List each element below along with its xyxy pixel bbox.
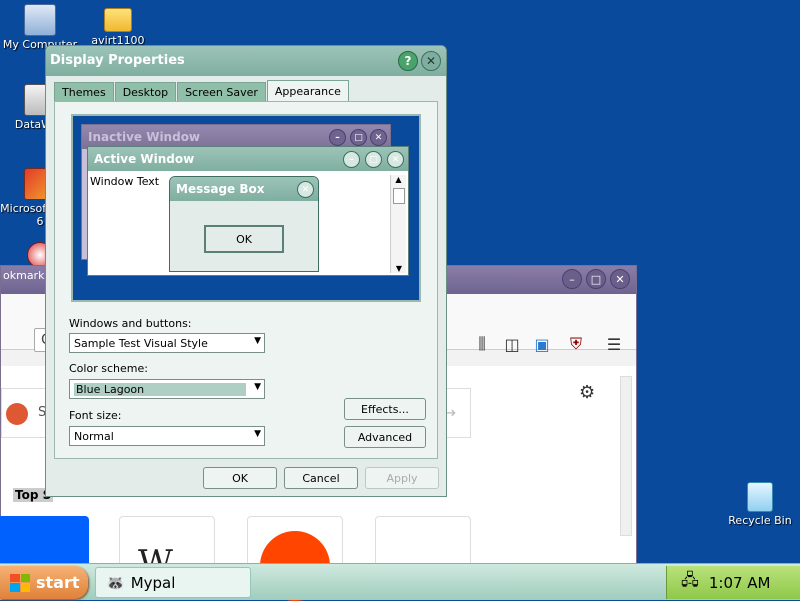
window-text: Window Text xyxy=(90,175,160,188)
tab-appearance[interactable]: Appearance xyxy=(266,80,349,102)
active-window-title: Active Window xyxy=(94,152,195,166)
close-icon[interactable]: ✕ xyxy=(421,51,441,71)
tab-themes[interactable]: Themes xyxy=(54,82,114,102)
inactive-window-title: Inactive Window xyxy=(88,130,201,144)
advanced-button[interactable]: Advanced xyxy=(344,426,426,448)
close-icon[interactable]: ✕ xyxy=(610,269,630,289)
system-tray: 🖧 1:07 AM xyxy=(666,566,800,599)
dialog-tabs: Themes Desktop Screen Saver Appearance xyxy=(54,80,350,102)
message-box-title: Message Box xyxy=(176,182,265,196)
scrollbar[interactable] xyxy=(620,376,632,536)
taskbar-item-label: Mypal xyxy=(130,573,176,592)
ublock-icon[interactable]: ⛨ xyxy=(565,333,587,355)
desktop-icon-folder[interactable]: avirt1100 xyxy=(78,4,158,47)
help-icon[interactable]: ? xyxy=(398,51,418,71)
taskbar-item-mypal[interactable]: 🦝 Mypal xyxy=(95,567,251,598)
scroll-thumb xyxy=(392,188,405,204)
color-scheme-label: Color scheme: xyxy=(69,362,148,375)
minimize-icon[interactable]: – xyxy=(562,269,582,289)
windows-buttons-label: Windows and buttons: xyxy=(69,317,192,330)
dropdown-arrow-icon: ▼ xyxy=(254,336,261,346)
preview-scrollbar: ▲ ▼ xyxy=(390,175,406,273)
desktop-icon-recycle-bin[interactable]: Recycle Bin xyxy=(720,482,800,527)
clock: 1:07 AM xyxy=(708,573,771,592)
tab-desktop[interactable]: Desktop xyxy=(114,82,177,102)
screenshot-icon[interactable]: ▣ xyxy=(531,333,553,355)
scroll-up-icon: ▲ xyxy=(395,175,402,184)
browser-title: okmarks xyxy=(3,269,51,282)
apply-button[interactable]: Apply xyxy=(365,467,439,489)
tab-screen-saver[interactable]: Screen Saver xyxy=(177,82,266,102)
start-label: start xyxy=(36,573,80,592)
color-scheme-value: Blue Lagoon xyxy=(74,383,246,396)
close-icon: ✕ xyxy=(297,181,314,198)
start-button[interactable]: start xyxy=(0,566,88,599)
cancel-button[interactable]: Cancel xyxy=(284,467,358,489)
close-icon: ✕ xyxy=(387,151,404,168)
appearance-preview: Inactive Window – □ ✕ Active Window – □ … xyxy=(71,114,421,302)
sidebar-icon[interactable]: ◫ xyxy=(501,333,523,355)
settings-gear-icon[interactable]: ⚙ xyxy=(579,382,595,403)
font-size-value: Normal xyxy=(74,430,114,443)
mypal-icon: 🦝 xyxy=(106,573,125,592)
ok-button[interactable]: OK xyxy=(203,467,277,489)
maximize-icon: □ xyxy=(350,129,367,146)
maximize-icon[interactable]: □ xyxy=(586,269,606,289)
font-size-select[interactable]: Normal ▼ xyxy=(69,426,265,446)
recycle-bin-icon xyxy=(747,482,773,512)
scroll-down-icon: ▼ xyxy=(395,264,403,273)
duckduckgo-icon xyxy=(6,403,28,425)
taskbar: start 🦝 Mypal 🖧 1:07 AM xyxy=(0,563,800,600)
windows-buttons-value: Sample Test Visual Style xyxy=(74,337,208,350)
library-icon[interactable]: ⫼ xyxy=(471,333,493,355)
font-size-label: Font size: xyxy=(69,409,122,422)
color-scheme-select[interactable]: Blue Lagoon ▼ xyxy=(69,379,265,399)
dialog-titlebar: Display Properties ? ✕ xyxy=(46,46,446,76)
dialog-title: Display Properties xyxy=(50,53,185,68)
computer-icon xyxy=(24,4,56,36)
network-icon[interactable]: 🖧 xyxy=(681,569,699,596)
preview-message-box: Message Box ✕ OK xyxy=(169,176,319,272)
maximize-icon: □ xyxy=(365,151,382,168)
windows-flag-icon xyxy=(10,573,30,592)
menu-icon[interactable]: ☰ xyxy=(603,333,625,355)
folder-icon xyxy=(104,8,132,32)
appearance-panel: Inactive Window – □ ✕ Active Window – □ … xyxy=(54,101,438,459)
display-properties-dialog: Display Properties ? ✕ Themes Desktop Sc… xyxy=(45,45,447,497)
effects-button[interactable]: Effects... xyxy=(344,398,426,420)
minimize-icon: – xyxy=(343,151,360,168)
close-icon: ✕ xyxy=(370,129,387,146)
message-ok-button: OK xyxy=(204,225,284,253)
desktop-icon-my-computer[interactable]: My Computer xyxy=(0,4,80,51)
windows-buttons-select[interactable]: Sample Test Visual Style ▼ xyxy=(69,333,265,353)
dropdown-arrow-icon: ▼ xyxy=(254,382,261,392)
desktop-icon-label: Recycle Bin xyxy=(728,514,792,527)
dropdown-arrow-icon: ▼ xyxy=(254,429,261,439)
minimize-icon: – xyxy=(329,129,346,146)
